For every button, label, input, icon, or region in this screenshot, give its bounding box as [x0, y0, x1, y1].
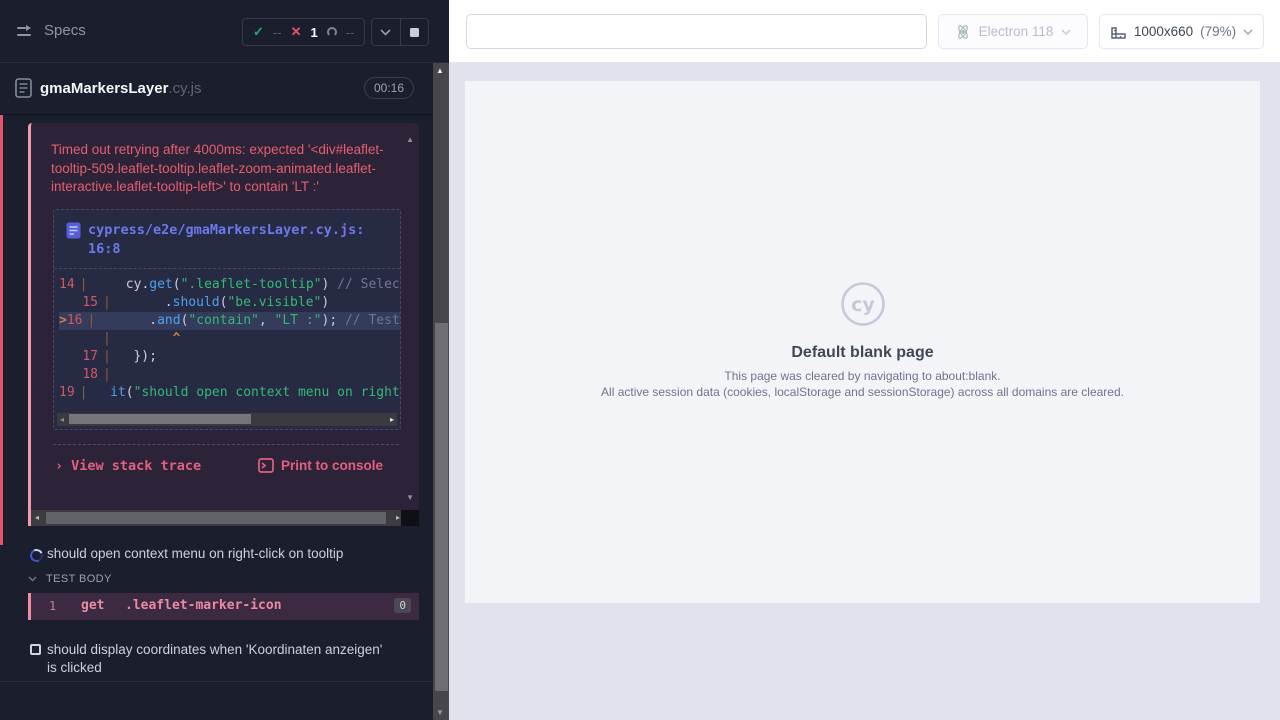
command-row[interactable]: 1 get .leaflet-marker-icon 0 — [28, 593, 419, 620]
viewport-zoom: (79%) — [1200, 24, 1236, 39]
test-body-toggle[interactable]: TEST BODY — [28, 573, 112, 585]
browser-selector[interactable]: Electron 118 — [938, 14, 1088, 49]
stop-button[interactable] — [400, 19, 429, 45]
command-count-badge: 0 — [394, 598, 411, 613]
chevron-down-icon — [28, 576, 37, 582]
pending-count: -- — [346, 25, 355, 40]
reporter-header: Specs ✓ -- ✕ 1 -- — [0, 0, 449, 63]
code-scrollbar-thumb[interactable] — [69, 414, 251, 424]
aut-toolbar: Electron 118 1000x660 (79%) — [449, 0, 1280, 63]
file-icon — [66, 222, 81, 243]
aut-iframe: cy Default blank page This page was clea… — [465, 81, 1260, 603]
specs-title: Specs — [44, 22, 86, 39]
panel-scroll-up-icon[interactable]: ▲ — [406, 135, 414, 144]
code-frame: cypress/e2e/gmaMarkersLayer.cy.js:16:8 1… — [53, 209, 401, 430]
tests-divider — [0, 681, 434, 682]
spec-divider — [0, 114, 434, 115]
blank-page-message-1: This page was cleared by navigating to a… — [465, 369, 1260, 383]
failed-test-edge — [0, 115, 3, 545]
viewport-size: 1000x660 — [1134, 24, 1193, 39]
scroll-right-icon[interactable]: ▸ — [390, 413, 394, 426]
spec-name: gmaMarkersLayer.cy.js — [40, 80, 201, 97]
reporter-scrollbar[interactable]: ▲ ▼ — [433, 63, 449, 720]
scroll-left-icon[interactable]: ◂ — [35, 510, 39, 526]
collapse-button[interactable] — [372, 19, 400, 45]
code-line: 18| — [59, 366, 400, 384]
spec-duration-badge: 00:16 — [364, 77, 414, 99]
chevron-down-icon — [1061, 29, 1071, 35]
chevron-down-icon — [1243, 29, 1253, 35]
failed-count: 1 — [310, 25, 317, 40]
test-title-queued[interactable]: should display coordinates when 'Koordin… — [47, 641, 392, 676]
command-number: 1 — [49, 599, 56, 613]
error-panel: Timed out retrying after 4000ms: expecte… — [28, 123, 419, 526]
svg-text:cy: cy — [851, 294, 875, 316]
code-line: >16| .and("contain", "LT :"); // Testing — [59, 312, 400, 330]
code-line: 19| it("should open context menu on righ… — [59, 384, 400, 402]
error-divider — [53, 444, 399, 445]
scroll-down-icon[interactable]: ▼ — [436, 708, 444, 717]
ruler-icon — [1110, 24, 1127, 39]
url-input[interactable] — [466, 14, 927, 49]
code-lines: 14| cy.get(".leaflet-tooltip") // Select… — [54, 269, 400, 407]
scrollbar-corner — [401, 510, 419, 526]
scroll-up-icon[interactable]: ▲ — [436, 66, 444, 75]
spec-row[interactable]: gmaMarkersLayer.cy.js 00:16 — [0, 63, 434, 114]
console-icon — [258, 458, 274, 473]
reporter-scrollbar-thumb[interactable] — [435, 323, 448, 691]
aut-region: Electron 118 1000x660 (79%) cy Default b… — [449, 0, 1280, 720]
electron-icon — [955, 24, 971, 40]
failed-icon: ✕ — [291, 24, 302, 40]
view-stack-trace-link[interactable]: › View stack trace — [55, 458, 201, 474]
scroll-right-icon[interactable]: ▸ — [396, 510, 400, 526]
test-body-label: TEST BODY — [46, 573, 112, 585]
print-to-console-button[interactable]: Print to console — [258, 458, 383, 474]
error-horizontal-scrollbar[interactable]: ◂ ▸ — [31, 510, 404, 526]
command-method: get — [81, 598, 104, 613]
scroll-left-icon[interactable]: ◂ — [60, 413, 64, 426]
code-line: 14| cy.get(".leaflet-tooltip") // Select — [59, 276, 400, 294]
error-message: Timed out retrying after 4000ms: expecte… — [51, 141, 391, 197]
browser-label: Electron 118 — [979, 24, 1054, 39]
error-scrollbar-thumb[interactable] — [46, 512, 386, 524]
run-controls — [371, 18, 429, 46]
cypress-logo-icon: cy — [465, 281, 1260, 332]
spec-extension: .cy.js — [168, 80, 201, 97]
stop-icon — [410, 28, 419, 37]
test-title-running[interactable]: should open context menu on right-click … — [47, 546, 343, 561]
passed-icon: ✓ — [253, 24, 264, 40]
spec-file-icon — [15, 78, 32, 103]
pending-icon — [327, 27, 337, 37]
spec-basename: gmaMarkersLayer — [40, 80, 168, 97]
code-frame-header[interactable]: cypress/e2e/gmaMarkersLayer.cy.js:16:8 — [54, 210, 400, 269]
chevron-right-icon: › — [55, 458, 63, 474]
blank-page-title: Default blank page — [465, 344, 1260, 362]
code-frame-filename: cypress/e2e/gmaMarkersLayer.cy.js:16:8 — [88, 221, 370, 259]
command-message: .leaflet-marker-icon — [125, 598, 282, 613]
code-line: 17| }); — [59, 348, 400, 366]
aut-stage: cy Default blank page This page was clea… — [449, 63, 1280, 720]
queued-test-icon — [30, 644, 41, 655]
code-line: | ^ — [59, 330, 400, 348]
blank-page-message-2: All active session data (cookies, localS… — [465, 385, 1260, 399]
code-line: 15| .should("be.visible") — [59, 294, 400, 312]
reporter-panel: Specs ✓ -- ✕ 1 -- gmaMar — [0, 0, 449, 720]
running-test-spinner-icon — [28, 547, 45, 564]
specs-menu-icon[interactable] — [16, 25, 36, 44]
passed-count: -- — [273, 25, 282, 40]
code-horizontal-scrollbar[interactable]: ◂ ▸ — [57, 413, 397, 426]
panel-scroll-down-icon[interactable]: ▼ — [406, 493, 414, 502]
view-stack-trace-label: View stack trace — [71, 458, 201, 474]
test-stats: ✓ -- ✕ 1 -- — [242, 18, 365, 46]
print-to-console-label: Print to console — [281, 458, 383, 473]
viewport-selector[interactable]: 1000x660 (79%) — [1099, 14, 1264, 49]
